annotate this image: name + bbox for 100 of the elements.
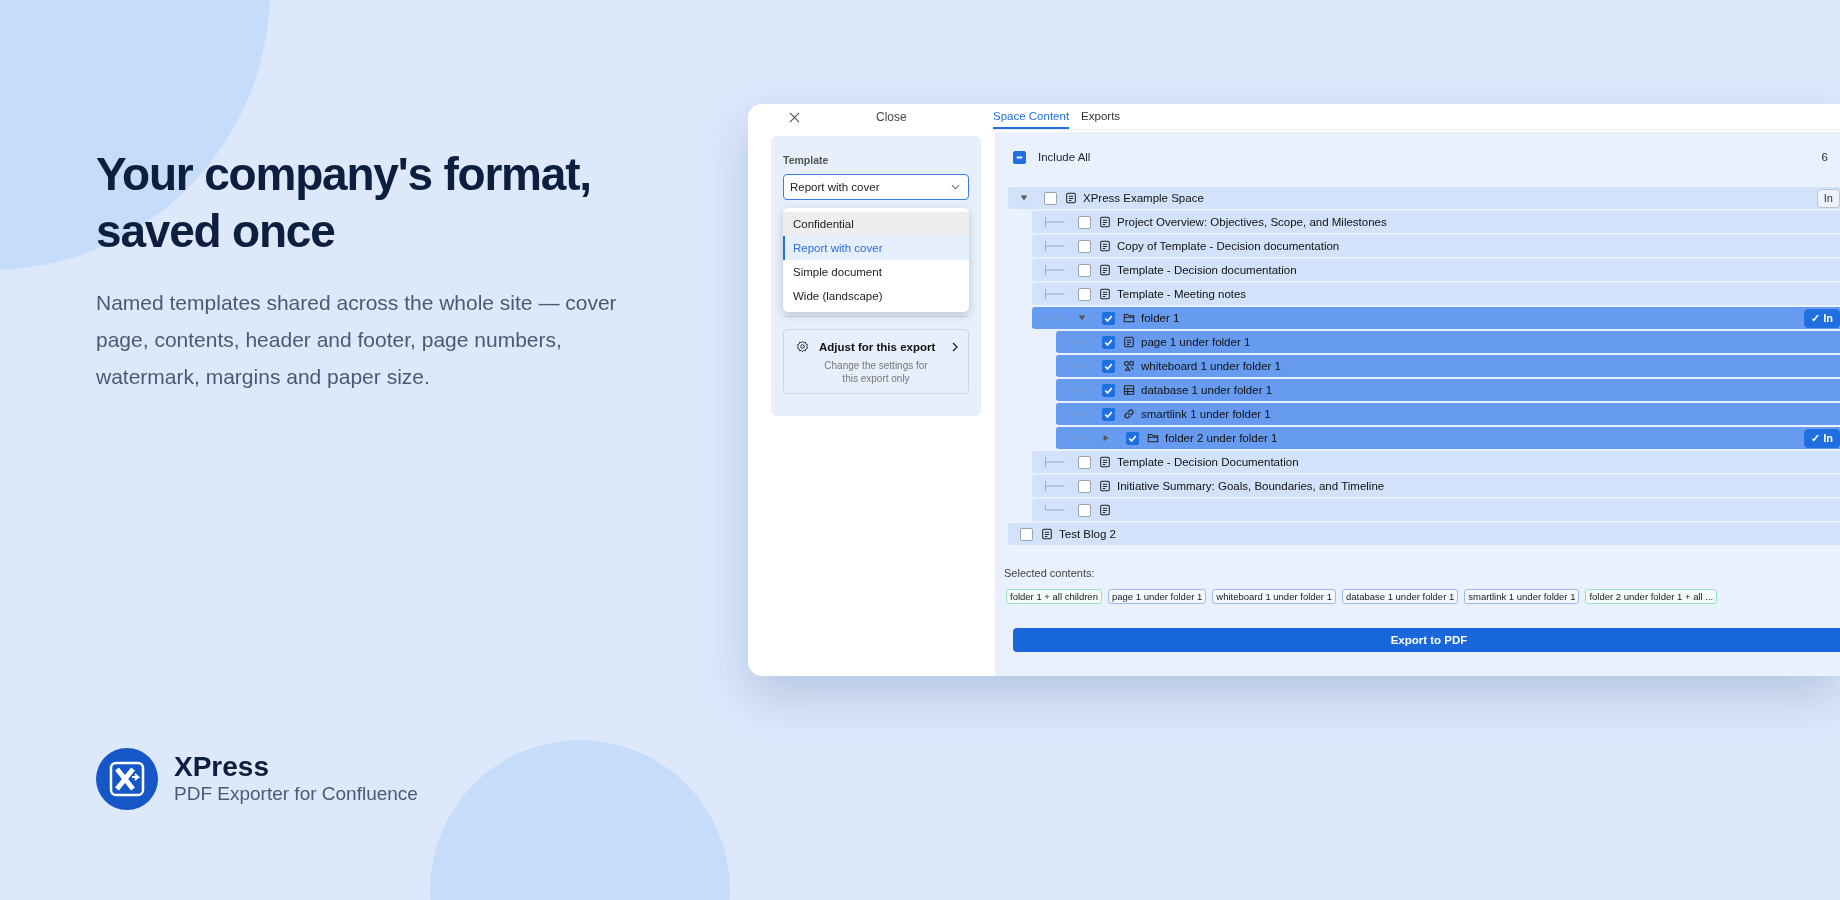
checkbox[interactable] — [1078, 215, 1091, 229]
item-title: folder 1 — [1141, 312, 1180, 324]
tree-row[interactable]: XPress Example Space In — [1008, 187, 1840, 209]
checkbox[interactable] — [1102, 335, 1115, 349]
page-icon — [1099, 240, 1111, 252]
shapes-icon — [1123, 360, 1135, 372]
tree-row[interactable]: Test Blog 2 — [1008, 523, 1840, 545]
checkbox[interactable] — [1126, 431, 1139, 445]
item-title: folder 2 under folder 1 — [1165, 432, 1278, 444]
item-count: 6 — [1821, 151, 1828, 163]
tree-connector-icon — [1044, 288, 1066, 300]
selected-contents-label: Selected contents: — [1004, 567, 1096, 579]
content-tag: folder 2 under folder 1 + all ... — [1585, 589, 1718, 604]
table-icon — [1123, 384, 1135, 396]
caret-right-icon[interactable] — [1102, 434, 1110, 442]
close-button[interactable]: Close — [876, 110, 907, 124]
tab[interactable]: Space Content — [993, 104, 1070, 129]
tree-row[interactable]: folder 2 under folder 1 ✓ In — [1056, 427, 1840, 449]
close-icon[interactable] — [789, 111, 800, 123]
template-option[interactable]: Simple document — [783, 260, 969, 284]
page-icon — [1123, 336, 1135, 348]
template-select[interactable]: Report with cover — [783, 174, 969, 200]
checkbox[interactable] — [1102, 359, 1115, 373]
caret-down-icon[interactable] — [1020, 194, 1028, 202]
hero-text: Named templates shared across the whole site — cover page, contents, header and footer, page numbers, watermark, margins and paper size. — [96, 290, 618, 390]
checkbox[interactable] — [1078, 239, 1091, 253]
chevron-right-icon — [952, 341, 958, 352]
template-option[interactable]: Wide (landscape) — [783, 284, 969, 308]
adjust-card[interactable]: Adjust for this export Change the settings for this export only — [783, 329, 969, 394]
tree-connector-icon — [1044, 264, 1066, 276]
checkbox[interactable] — [1013, 150, 1026, 164]
checkbox[interactable] — [1102, 383, 1115, 397]
adjust-title: Adjust for this export — [819, 340, 937, 353]
content-tag: folder 1 + all children — [1006, 589, 1102, 604]
brand-subtitle: PDF Exporter for Confluence — [174, 782, 418, 806]
checkbox[interactable] — [1078, 287, 1091, 301]
item-title: XPress Example Space — [1083, 192, 1204, 204]
item-title: whiteboard 1 under folder 1 — [1141, 360, 1281, 372]
tree-connector-icon — [1068, 360, 1090, 372]
tree-row[interactable]: Copy of Template - Decision documentation — [1032, 235, 1840, 257]
include-button[interactable]: ✓ In — [1804, 428, 1840, 448]
checkbox[interactable] — [1078, 263, 1091, 277]
item-title: Test Blog 2 — [1059, 528, 1116, 540]
caret-down-icon[interactable] — [1078, 314, 1086, 322]
tree-connector-icon — [1068, 384, 1090, 396]
checkbox[interactable] — [1078, 455, 1091, 469]
folder-icon — [1147, 432, 1159, 444]
item-title: smartlink 1 under folder 1 — [1141, 408, 1271, 420]
tree-connector-icon — [1044, 456, 1066, 468]
tree-row[interactable]: smartlink 1 under folder 1 — [1056, 403, 1840, 425]
tree-connector-icon — [1044, 312, 1066, 324]
template-option[interactable]: Report with cover — [783, 236, 969, 260]
tree-connector-icon — [1044, 240, 1066, 252]
tree-row[interactable]: page 1 under folder 1 — [1056, 331, 1840, 353]
content-tag: page 1 under folder 1 — [1107, 589, 1207, 604]
page-icon — [1099, 504, 1111, 516]
checkbox[interactable] — [1020, 527, 1033, 541]
item-title: Project Overview: Objectives, Scope, and Milestones — [1117, 216, 1387, 228]
export-button[interactable]: Export to PDF — [1013, 628, 1840, 652]
include-button[interactable]: In — [1816, 188, 1840, 208]
item-title: Template - Meeting notes — [1117, 288, 1247, 300]
tree-row[interactable]: Template - Decision Documentation — [1032, 451, 1840, 473]
tree-row[interactable]: Project Overview: Objectives, Scope, and Milestones — [1032, 211, 1840, 233]
template-option[interactable]: Confidential — [783, 212, 969, 236]
checkbox[interactable] — [1102, 407, 1115, 421]
tree-row[interactable]: Initiative Summary: Goals, Boundaries, and Timeline — [1032, 475, 1840, 497]
tree-connector-icon — [1068, 408, 1090, 420]
tree-row[interactable]: Template - Decision documentation — [1032, 259, 1840, 281]
page-icon — [1099, 456, 1111, 468]
tree-connector-icon — [1044, 480, 1066, 492]
include-all-label: Include All — [1038, 151, 1091, 163]
item-title: database 1 under folder 1 — [1141, 384, 1273, 396]
hero-title: Your company's format, saved once — [96, 147, 592, 259]
chevron-down-icon — [951, 184, 960, 190]
folder-icon — [1123, 312, 1135, 324]
item-title: Initiative Summary: Goals, Boundaries, and Timeline — [1117, 480, 1385, 492]
content-tag: database 1 under folder 1 — [1341, 589, 1459, 604]
page-icon — [1099, 264, 1111, 276]
checkbox[interactable] — [1102, 311, 1115, 325]
page-icon — [1065, 192, 1077, 204]
item-title: Template - Decision documentation — [1117, 264, 1297, 276]
item-title: Template - Decision Documentation — [1117, 456, 1299, 468]
item-title: Copy of Template - Decision documentation — [1117, 240, 1340, 252]
adjust-description: Change the settings for this export only — [823, 359, 929, 385]
checkbox[interactable] — [1078, 503, 1091, 517]
item-title: page 1 under folder 1 — [1141, 336, 1251, 348]
tree-row[interactable]: database 1 under folder 1 — [1056, 379, 1840, 401]
tree-row[interactable]: whiteboard 1 under folder 1 — [1056, 355, 1840, 377]
tree-connector-icon — [1068, 336, 1090, 348]
page-icon — [1099, 216, 1111, 228]
settings-icon — [796, 340, 809, 353]
page-icon — [1099, 480, 1111, 492]
tree-row[interactable]: Template - Meeting notes — [1032, 283, 1840, 305]
tree-row[interactable]: folder 1 ✓ In — [1032, 307, 1840, 329]
template-label: Template — [783, 154, 830, 166]
tab[interactable]: Exports — [1081, 104, 1121, 129]
checkbox[interactable] — [1044, 191, 1057, 205]
include-button[interactable]: ✓ In — [1804, 308, 1840, 328]
page-icon — [1099, 288, 1111, 300]
checkbox[interactable] — [1078, 479, 1091, 493]
